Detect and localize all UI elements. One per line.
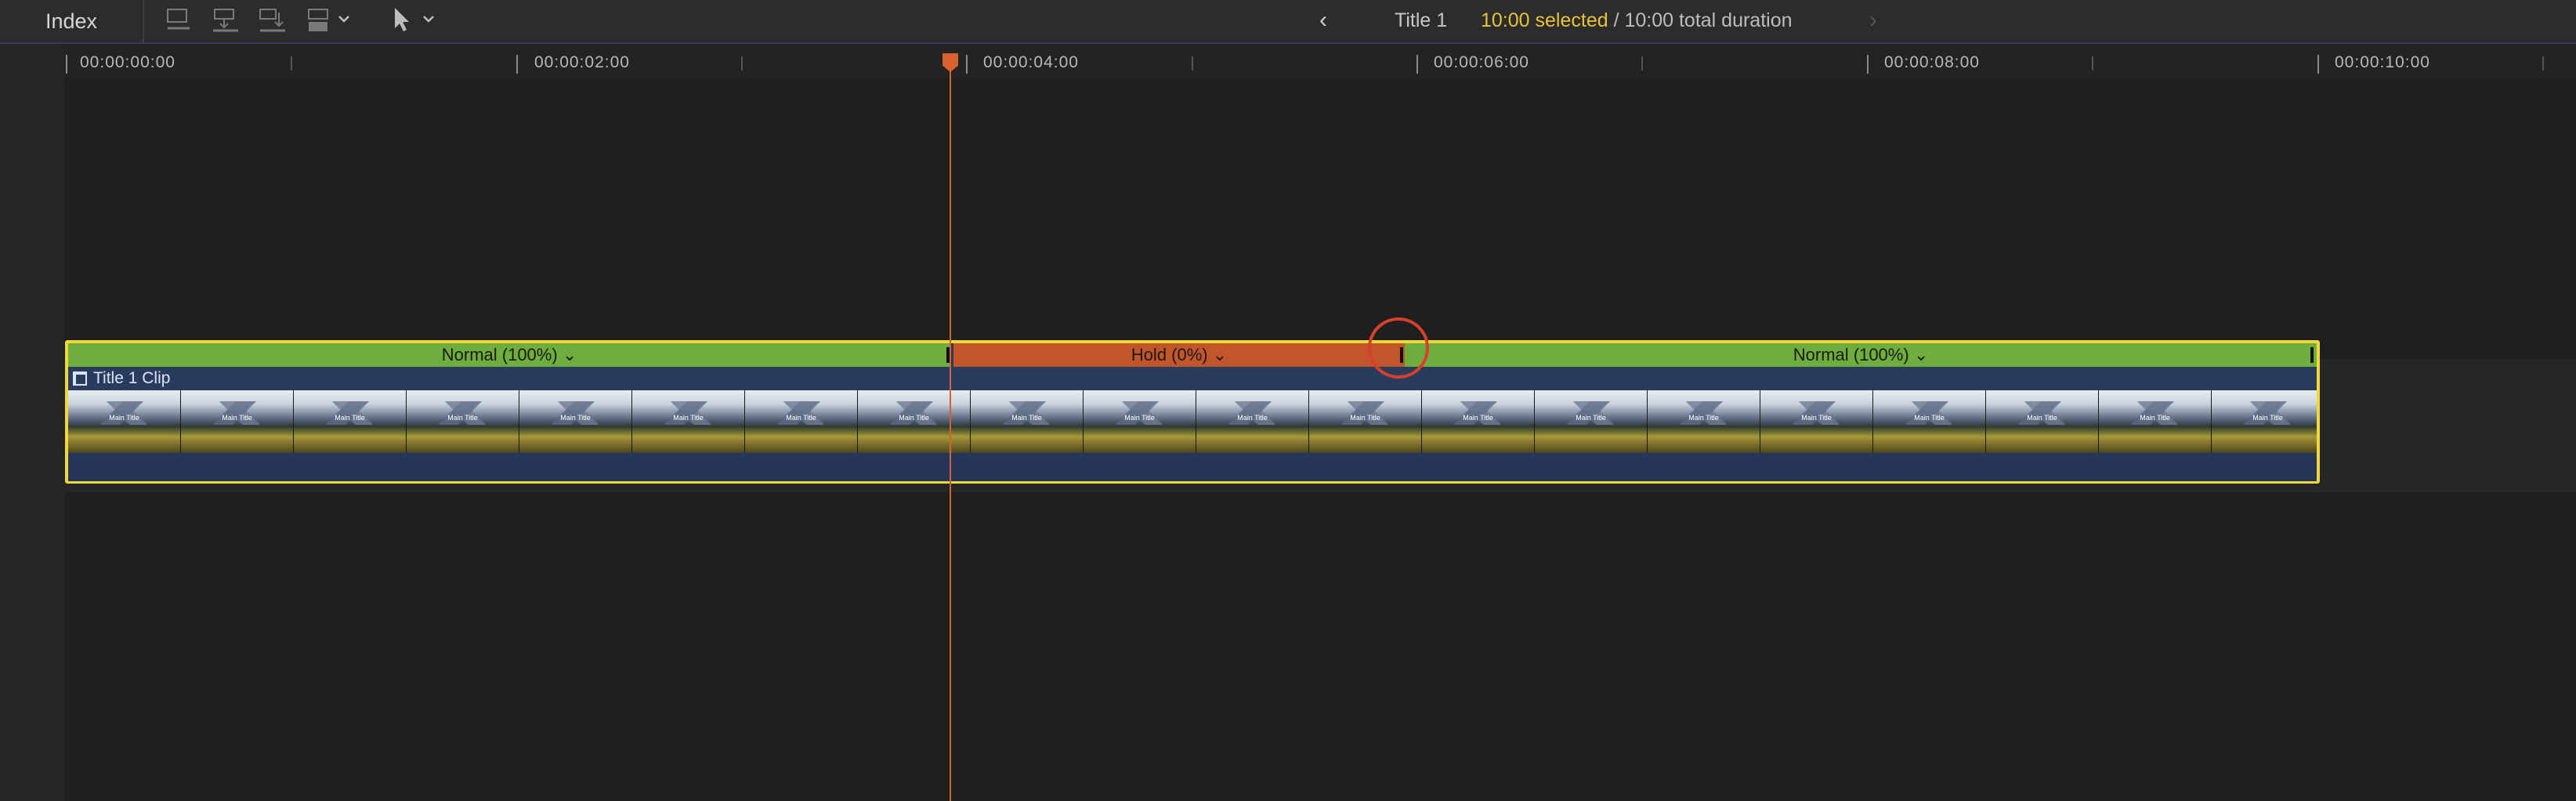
clip-name: Title 1 Clip	[93, 369, 171, 387]
ruler-tick	[2317, 55, 2319, 74]
duration-separator: /	[1608, 9, 1625, 31]
clip-audio-area	[68, 453, 2317, 481]
filmstrip-frame: Main Title	[745, 390, 858, 453]
connect-clip-icon[interactable]	[165, 8, 193, 34]
filmstrip-frame: Main Title	[1309, 390, 1422, 453]
overwrite-clip-icon[interactable]	[306, 8, 334, 34]
filmstrip-frame: Main Title	[1084, 390, 1196, 453]
clip-header: Title 1 Clip	[68, 367, 2317, 390]
total-duration: 10:00 total duration	[1624, 9, 1793, 31]
append-clip-icon[interactable]	[259, 8, 287, 34]
frame-title: Main Title	[222, 414, 252, 422]
project-title: Title 1	[1395, 9, 1448, 31]
frame-title: Main Title	[1237, 414, 1268, 422]
ruler-tick	[1192, 56, 1193, 71]
filmstrip-frame: Main Title	[1873, 390, 1986, 453]
timeline-toolbar: Index ‹ Title 1 10:00 selected / 10:00 t…	[0, 0, 2576, 44]
frame-title: Main Title	[109, 414, 139, 422]
time-ruler[interactable]: 00:00:00:00 00:00:02:00 00:00:04:00 00:0…	[64, 44, 2576, 78]
filmstrip-frame: Main Title	[858, 390, 971, 453]
filmstrip-frame: Main Title	[2212, 390, 2317, 453]
filmstrip-frame: Main Title	[68, 390, 181, 453]
duration-info: 10:00 selected / 10:00 total duration	[1481, 9, 1793, 32]
select-tool-icon[interactable]	[392, 6, 412, 33]
frame-title: Main Title	[2252, 414, 2283, 422]
insert-clip-icon[interactable]	[212, 8, 240, 34]
frame-title: Main Title	[1011, 414, 1042, 422]
frame-title: Main Title	[1688, 414, 1719, 422]
ruler-label: 00:00:00:00	[80, 53, 175, 71]
chevron-down-icon[interactable]: ⌄	[1213, 345, 1227, 365]
retime-label: Hold (0%)	[1131, 345, 1208, 364]
ruler-label: 00:00:04:00	[983, 53, 1079, 71]
frame-title: Main Title	[673, 414, 704, 422]
ruler-tick	[1416, 55, 1418, 74]
frame-title: Main Title	[335, 414, 365, 422]
ruler-tick	[2542, 56, 2544, 71]
frame-title: Main Title	[1801, 414, 1832, 422]
playhead[interactable]	[950, 56, 951, 801]
frame-title: Main Title	[2140, 414, 2170, 422]
frame-title: Main Title	[1463, 414, 1493, 422]
filmstrip-frame: Main Title	[1760, 390, 1873, 453]
retime-segment-hold[interactable]: Hold (0%) ⌄	[953, 343, 1405, 367]
ruler-tick	[516, 55, 518, 74]
frame-title: Main Title	[2027, 414, 2057, 422]
filmstrip-frame: Main Title	[407, 390, 519, 453]
frame-title: Main Title	[447, 414, 478, 422]
frame-title: Main Title	[1914, 414, 1945, 422]
retime-segment-normal-2[interactable]: Normal (100%) ⌄	[1405, 343, 2317, 367]
timeline-left-gutter	[0, 44, 64, 801]
highlight-circle	[1368, 317, 1429, 379]
ruler-tick	[2092, 56, 2093, 71]
filmstrip-frame: Main Title	[1422, 390, 1535, 453]
filmstrip-frame: Main Title	[1196, 390, 1309, 453]
frame-title: Main Title	[1350, 414, 1380, 422]
ruler-label: 00:00:02:00	[534, 53, 630, 71]
ruler-tick	[66, 55, 67, 74]
forward-arrow-icon[interactable]: ›	[1869, 9, 1877, 32]
filmstrip-frame: Main Title	[2099, 390, 2212, 453]
frame-title: Main Title	[1124, 414, 1155, 422]
frame-title: Main Title	[560, 414, 591, 422]
back-arrow-icon[interactable]: ‹	[1319, 9, 1327, 32]
filmstrip-frame: Main Title	[632, 390, 745, 453]
filmstrip: Main Title Main Title Main Title Main Ti…	[68, 390, 2317, 453]
ruler-tick	[741, 56, 743, 71]
filmstrip-frame: Main Title	[1986, 390, 2099, 453]
title-clip[interactable]: Normal (100%) ⌄ Hold (0%) ⌄ Normal (100%…	[65, 340, 2320, 484]
chevron-down-icon[interactable]: ⌄	[1914, 345, 1928, 365]
ruler-tick	[291, 56, 292, 71]
ruler-tick	[1867, 55, 1869, 74]
frame-title: Main Title	[1576, 414, 1606, 422]
retime-end-handle[interactable]	[2310, 347, 2314, 363]
filmstrip-frame: Main Title	[1535, 390, 1648, 453]
filmstrip-frame: Main Title	[181, 390, 294, 453]
index-button[interactable]: Index	[0, 0, 144, 42]
filmstrip-frame: Main Title	[294, 390, 407, 453]
title-clip-icon	[73, 372, 87, 386]
ruler-label: 00:00:10:00	[2335, 53, 2430, 71]
selected-duration: 10:00 selected	[1481, 9, 1608, 31]
tool-chevron-down-icon[interactable]	[421, 14, 436, 25]
retime-label: Normal (100%)	[441, 345, 558, 364]
chevron-down-icon[interactable]: ⌄	[563, 345, 577, 365]
ruler-label: 00:00:08:00	[1884, 53, 1980, 71]
ruler-tick	[1641, 56, 1643, 71]
filmstrip-frame: Main Title	[1648, 390, 1760, 453]
retime-label: Normal (100%)	[1793, 345, 1909, 364]
ruler-tick	[966, 55, 968, 74]
chevron-down-icon[interactable]	[337, 14, 351, 25]
retime-segment-normal-1[interactable]: Normal (100%) ⌄	[68, 343, 950, 367]
frame-title: Main Title	[899, 414, 929, 422]
frame-title: Main Title	[786, 414, 816, 422]
filmstrip-frame: Main Title	[519, 390, 632, 453]
filmstrip-frame: Main Title	[971, 390, 1084, 453]
ruler-label: 00:00:06:00	[1434, 53, 1529, 71]
